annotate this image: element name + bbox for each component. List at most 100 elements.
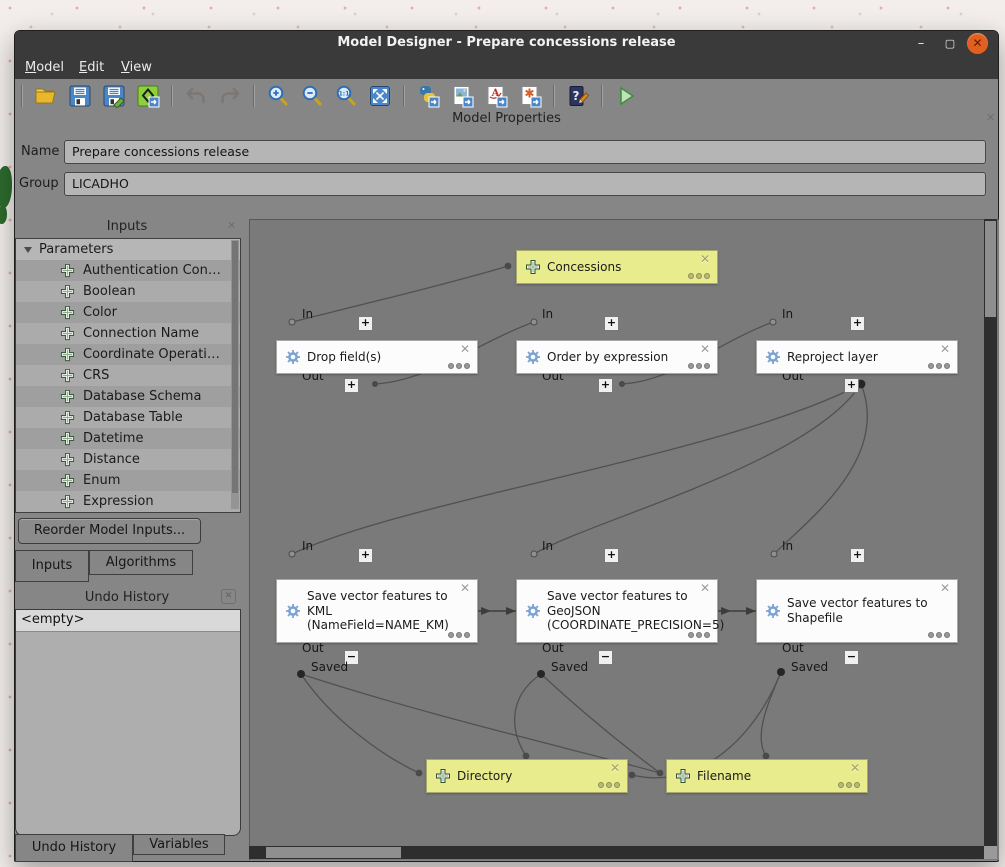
minimize-button[interactable]: –: [911, 34, 931, 54]
close-properties-icon[interactable]: ✕: [986, 112, 995, 123]
tree-item[interactable]: Distance: [16, 449, 240, 470]
tab-variables[interactable]: Variables: [133, 834, 225, 855]
saved-socket-dot[interactable]: [537, 670, 545, 678]
delete-node-icon[interactable]: ✕: [850, 761, 860, 775]
delete-node-icon[interactable]: ✕: [610, 761, 620, 775]
export-as-pdf-icon[interactable]: A: [483, 83, 509, 109]
expand-socket-button[interactable]: +: [358, 548, 373, 563]
close-undo-panel-icon[interactable]: ✕: [221, 589, 236, 604]
name-field[interactable]: Prepare concessions release: [64, 140, 986, 164]
model-node-drop-fields[interactable]: Drop field(s) ✕: [276, 340, 478, 374]
in-socket-dot[interactable]: [770, 319, 776, 325]
param-anchor-dot[interactable]: [629, 772, 636, 779]
tab-algorithms[interactable]: Algorithms: [89, 550, 193, 575]
expand-socket-button[interactable]: +: [850, 316, 865, 331]
delete-node-icon[interactable]: ✕: [940, 581, 950, 595]
tree-item[interactable]: CRS: [16, 365, 240, 386]
expand-socket-button[interactable]: +: [604, 316, 619, 331]
menu-edit[interactable]: Edit: [79, 60, 104, 75]
tree-item[interactable]: Authentication Con…: [16, 260, 240, 281]
zoom-full-icon[interactable]: [367, 83, 393, 109]
reorder-model-inputs-button[interactable]: Reorder Model Inputs...: [18, 518, 201, 544]
node-comment-icon[interactable]: [838, 782, 860, 788]
in-socket-dot[interactable]: [771, 551, 777, 557]
saved-socket-dot[interactable]: [297, 670, 305, 678]
expand-socket-button[interactable]: +: [604, 548, 619, 563]
expand-socket-button[interactable]: +: [344, 378, 359, 393]
scrollbar-handle[interactable]: [266, 847, 401, 858]
collapse-socket-button[interactable]: −: [598, 650, 613, 665]
param-anchor-dot[interactable]: [657, 770, 664, 777]
in-socket-dot[interactable]: [289, 319, 295, 325]
tree-item[interactable]: Boolean: [16, 281, 240, 302]
expand-socket-button[interactable]: +: [598, 378, 613, 393]
canvas-vertical-scrollbar[interactable]: [984, 219, 997, 846]
node-comment-icon[interactable]: [688, 273, 710, 279]
node-comment-icon[interactable]: [688, 632, 710, 638]
expand-socket-button[interactable]: +: [844, 378, 859, 393]
saved-socket-dot[interactable]: [777, 668, 785, 676]
zoom-out-icon[interactable]: [299, 83, 325, 109]
tree-item[interactable]: Database Table: [16, 407, 240, 428]
model-node-filename[interactable]: Filename ✕: [666, 759, 868, 793]
tree-item[interactable]: Expression: [16, 491, 240, 512]
param-anchor-dot[interactable]: [416, 770, 423, 777]
expand-socket-button[interactable]: +: [358, 316, 373, 331]
menu-model[interactable]: Model: [25, 60, 64, 75]
collapse-triangle-icon[interactable]: [24, 247, 32, 253]
model-node-save-shapefile[interactable]: Save vector features to Shapefile ✕: [756, 579, 958, 643]
menu-view[interactable]: View: [121, 60, 152, 75]
titlebar[interactable]: Model Designer - Prepare concessions rel…: [15, 31, 998, 57]
undo-history-empty-item[interactable]: <empty>: [16, 610, 240, 632]
export-as-image-icon[interactable]: [449, 83, 475, 109]
open-model-icon[interactable]: [33, 83, 59, 109]
save-model-in-project-icon[interactable]: [135, 83, 161, 109]
delete-node-icon[interactable]: ✕: [700, 581, 710, 595]
group-field[interactable]: LICADHO: [64, 172, 986, 196]
inputs-tree-scrollbar[interactable]: [231, 240, 239, 509]
in-socket-dot[interactable]: [289, 551, 295, 557]
node-comment-icon[interactable]: [598, 782, 620, 788]
node-comment-icon[interactable]: [448, 363, 470, 369]
save-model-icon[interactable]: [67, 83, 93, 109]
delete-node-icon[interactable]: ✕: [940, 342, 950, 356]
tree-item[interactable]: Coordinate Operati…: [16, 344, 240, 365]
delete-node-icon[interactable]: ✕: [700, 342, 710, 356]
canvas-horizontal-scrollbar[interactable]: [249, 846, 984, 859]
delete-node-icon[interactable]: ✕: [460, 581, 470, 595]
model-node-save-geojson[interactable]: Save vector features to GeoJSON (COORDIN…: [516, 579, 718, 643]
save-model-as-icon[interactable]: [101, 83, 127, 109]
out-socket-dot[interactable]: [619, 381, 625, 387]
run-model-icon[interactable]: [613, 83, 639, 109]
node-comment-icon[interactable]: [448, 632, 470, 638]
maximize-button[interactable]: ▢: [940, 34, 960, 54]
tree-item[interactable]: Database Schema: [16, 386, 240, 407]
model-node-concessions[interactable]: Concessions ✕: [516, 250, 718, 284]
tree-group-parameters[interactable]: Parameters: [16, 239, 240, 260]
model-node-reproject-layer[interactable]: Reproject layer ✕: [756, 340, 958, 374]
node-comment-icon[interactable]: [928, 363, 950, 369]
undo-icon[interactable]: [183, 83, 209, 109]
tree-item[interactable]: Connection Name: [16, 323, 240, 344]
tree-item[interactable]: Datetime: [16, 428, 240, 449]
collapse-socket-button[interactable]: −: [844, 650, 859, 665]
redo-icon[interactable]: [217, 83, 243, 109]
export-as-python-icon[interactable]: [415, 83, 441, 109]
close-inputs-panel-icon[interactable]: ✕: [227, 220, 236, 231]
out-socket-dot[interactable]: [372, 381, 378, 387]
node-comment-icon[interactable]: [928, 632, 950, 638]
model-node-order-by-expression[interactable]: Order by expression ✕: [516, 340, 718, 374]
tree-item[interactable]: Color: [16, 302, 240, 323]
model-node-save-kml[interactable]: Save vector features to KML (NameField=N…: [276, 579, 478, 643]
expand-socket-button[interactable]: +: [850, 548, 865, 563]
param-anchor-dot[interactable]: [505, 263, 512, 270]
node-comment-icon[interactable]: [688, 363, 710, 369]
zoom-in-icon[interactable]: [265, 83, 291, 109]
export-as-svg-icon[interactable]: [517, 83, 543, 109]
model-node-directory[interactable]: Directory ✕: [426, 759, 628, 793]
help-icon[interactable]: ?: [565, 83, 591, 109]
delete-node-icon[interactable]: ✕: [460, 342, 470, 356]
tab-inputs[interactable]: Inputs: [15, 550, 89, 582]
in-socket-dot[interactable]: [531, 319, 537, 325]
tree-item[interactable]: Enum: [16, 470, 240, 491]
